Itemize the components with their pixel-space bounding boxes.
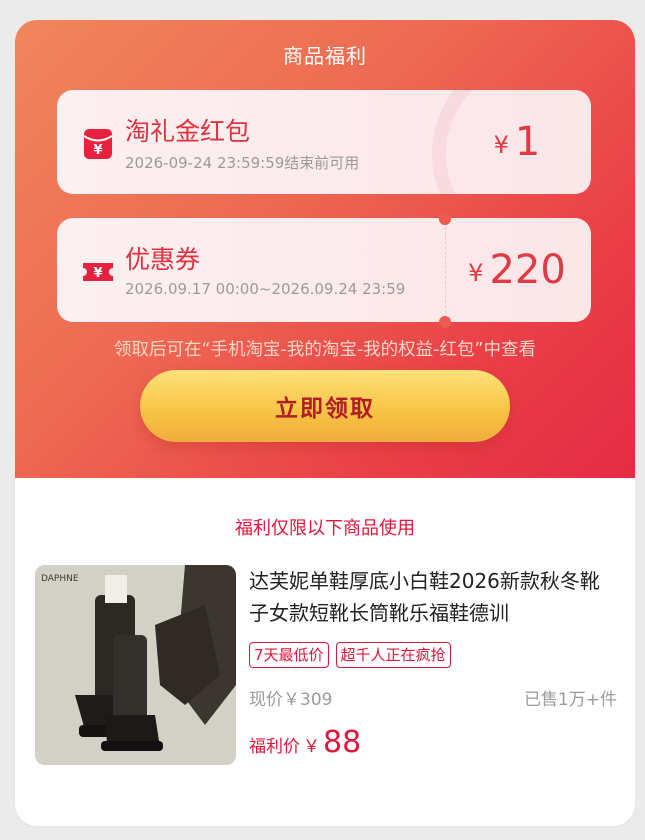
coupon-value: 220 xyxy=(489,247,566,293)
boots-illustration: DAPHNE xyxy=(35,565,236,765)
claim-now-button[interactable]: 立即领取 xyxy=(140,370,510,442)
coupon-title: 淘礼金红包 xyxy=(125,117,251,146)
coupon-amount: ¥ 220 xyxy=(443,218,591,322)
deal-currency: ￥ xyxy=(303,737,320,757)
brand-text: DAPHNE xyxy=(41,574,79,584)
discount-coupon[interactable]: ¥ 优惠券 2026.09.17 00:00~2026.09.24 23:59 … xyxy=(57,218,591,322)
usage-limit-label: 福利仅限以下商品使用 xyxy=(235,518,415,539)
coupon-notch-bottom xyxy=(439,316,451,328)
product-tags: 7天最低价 超千人正在疯抢 xyxy=(249,642,451,668)
deal-price: 福利价 ￥ 88 xyxy=(249,725,361,760)
tag-hot-buying: 超千人正在疯抢 xyxy=(335,642,451,668)
tag-lowest-price: 7天最低价 xyxy=(249,642,329,668)
currency-symbol: ¥ xyxy=(493,131,509,159)
red-packet-coupon[interactable]: ¥ 淘礼金红包 2026-09-24 23:59:59结束前可用 ¥ 1 xyxy=(57,90,591,194)
coupon-validity: 2026-09-24 23:59:59结束前可用 xyxy=(125,154,360,172)
product-name[interactable]: 达芙妮单鞋厚底小白鞋2026新款秋冬靴子女款短靴长筒靴乐福鞋德训 xyxy=(249,565,619,629)
deal-price-label: 福利价 xyxy=(249,737,300,757)
current-price: 现价￥309 xyxy=(249,690,333,710)
benefits-header-panel: 商品福利 ¥ 淘礼金红包 2026-09-24 23:59:59结束前可用 ¥ … xyxy=(15,20,635,478)
red-envelope-icon: ¥ xyxy=(83,129,113,159)
coupon-validity: 2026.09.17 00:00~2026.09.24 23:59 xyxy=(125,280,406,298)
coupon-notch-top xyxy=(439,213,451,225)
panel-title: 商品福利 xyxy=(283,44,367,68)
currency-symbol: ¥ xyxy=(468,259,484,287)
svg-text:¥: ¥ xyxy=(93,266,102,281)
coupon-value: 1 xyxy=(514,119,541,165)
deal-price-value: 88 xyxy=(323,725,362,760)
product-image[interactable]: DAPHNE xyxy=(35,565,236,765)
coupon-title: 优惠券 xyxy=(125,245,201,274)
welfare-card: 商品福利 ¥ 淘礼金红包 2026-09-24 23:59:59结束前可用 ¥ … xyxy=(15,20,635,826)
svg-text:¥: ¥ xyxy=(93,143,102,158)
sold-count: 已售1万+件 xyxy=(523,690,617,710)
ticket-icon: ¥ xyxy=(83,263,113,281)
claim-tip: 领取后可在“手机淘宝-我的淘宝-我的权益-红包”中查看 xyxy=(113,340,537,360)
coupon-amount: ¥ 1 xyxy=(443,90,591,194)
